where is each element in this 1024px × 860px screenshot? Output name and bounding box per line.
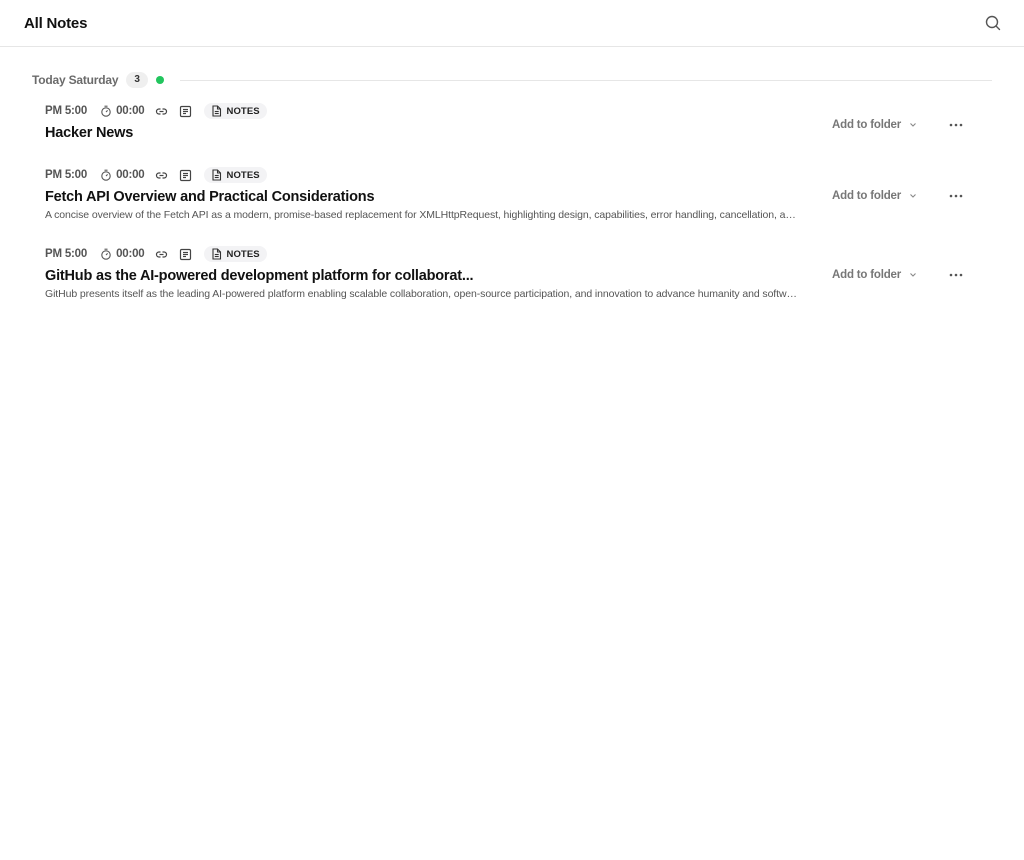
notes-tag: NOTES bbox=[204, 103, 267, 119]
note-title[interactable]: Hacker News bbox=[45, 125, 964, 141]
add-to-folder-label: Add to folder bbox=[832, 269, 901, 281]
more-options-button[interactable] bbox=[948, 118, 964, 132]
note-meta: PM 5:00 00:00 NOTES bbox=[45, 166, 964, 184]
note-description: GitHub presents itself as the leading AI… bbox=[45, 288, 801, 300]
page-title: All Notes bbox=[24, 14, 88, 32]
link-icon[interactable] bbox=[154, 168, 168, 182]
status-dot bbox=[155, 76, 164, 84]
more-icon bbox=[949, 194, 963, 198]
note-count-badge: 3 bbox=[126, 72, 148, 88]
note-time: PM 5:00 bbox=[45, 248, 88, 260]
link-icon[interactable] bbox=[154, 104, 168, 118]
note-text-icon[interactable] bbox=[178, 247, 192, 261]
note-meta: PM 5:00 00:00 NOTES bbox=[45, 245, 964, 263]
note-duration: 00:00 bbox=[116, 105, 145, 117]
note-actions: Add to folder bbox=[832, 268, 964, 282]
more-icon bbox=[949, 123, 963, 127]
search-button[interactable] bbox=[983, 13, 1003, 33]
add-to-folder-label: Add to folder bbox=[832, 190, 901, 202]
notes-tag-label: NOTES bbox=[226, 105, 260, 117]
add-to-folder-button[interactable]: Add to folder bbox=[832, 190, 918, 202]
chevron-down-icon bbox=[908, 120, 918, 130]
add-to-folder-label: Add to folder bbox=[832, 119, 901, 131]
notes-tag-label: NOTES bbox=[226, 248, 260, 260]
more-options-button[interactable] bbox=[948, 268, 964, 282]
note-duration: 00:00 bbox=[116, 169, 145, 181]
document-icon bbox=[210, 248, 222, 260]
date-group-header: Today Saturday 3 bbox=[32, 70, 992, 90]
note-time: PM 5:00 bbox=[45, 105, 88, 117]
notes-tag: NOTES bbox=[204, 246, 267, 262]
note-description: A concise overview of the Fetch API as a… bbox=[45, 209, 801, 221]
notes-tag-label: NOTES bbox=[226, 169, 260, 181]
app-header: All Notes bbox=[0, 0, 1024, 47]
group-divider bbox=[179, 79, 992, 81]
notes-tag: NOTES bbox=[204, 167, 267, 183]
note-title[interactable]: Fetch API Overview and Practical Conside… bbox=[45, 189, 964, 205]
note-actions: Add to folder bbox=[832, 118, 964, 132]
timer-icon bbox=[99, 247, 113, 261]
note-title[interactable]: GitHub as the AI-powered development pla… bbox=[45, 268, 964, 284]
note-actions: Add to folder bbox=[832, 189, 964, 203]
timer-icon bbox=[99, 168, 113, 182]
note-time: PM 5:00 bbox=[45, 169, 88, 181]
note-item[interactable]: PM 5:00 00:00 NOTES Fetch API Overview a… bbox=[45, 166, 964, 221]
add-to-folder-button[interactable]: Add to folder bbox=[832, 269, 918, 281]
more-icon bbox=[949, 273, 963, 277]
note-text-icon[interactable] bbox=[178, 104, 192, 118]
note-item[interactable]: PM 5:00 00:00 NOTES GitHub as the AI-pow… bbox=[45, 245, 964, 300]
search-icon bbox=[985, 15, 1001, 31]
chevron-down-icon bbox=[908, 270, 918, 280]
more-options-button[interactable] bbox=[948, 189, 964, 203]
add-to-folder-button[interactable]: Add to folder bbox=[832, 119, 918, 131]
link-icon[interactable] bbox=[154, 247, 168, 261]
timer-icon bbox=[99, 104, 113, 118]
document-icon bbox=[210, 105, 222, 117]
note-meta: PM 5:00 00:00 NOTES bbox=[45, 102, 964, 120]
date-group-label: Today Saturday bbox=[32, 73, 119, 87]
note-text-icon[interactable] bbox=[178, 168, 192, 182]
chevron-down-icon bbox=[908, 191, 918, 201]
note-duration: 00:00 bbox=[116, 248, 145, 260]
note-item[interactable]: PM 5:00 00:00 NOTES Hacker News Add to f… bbox=[45, 102, 964, 141]
document-icon bbox=[210, 169, 222, 181]
